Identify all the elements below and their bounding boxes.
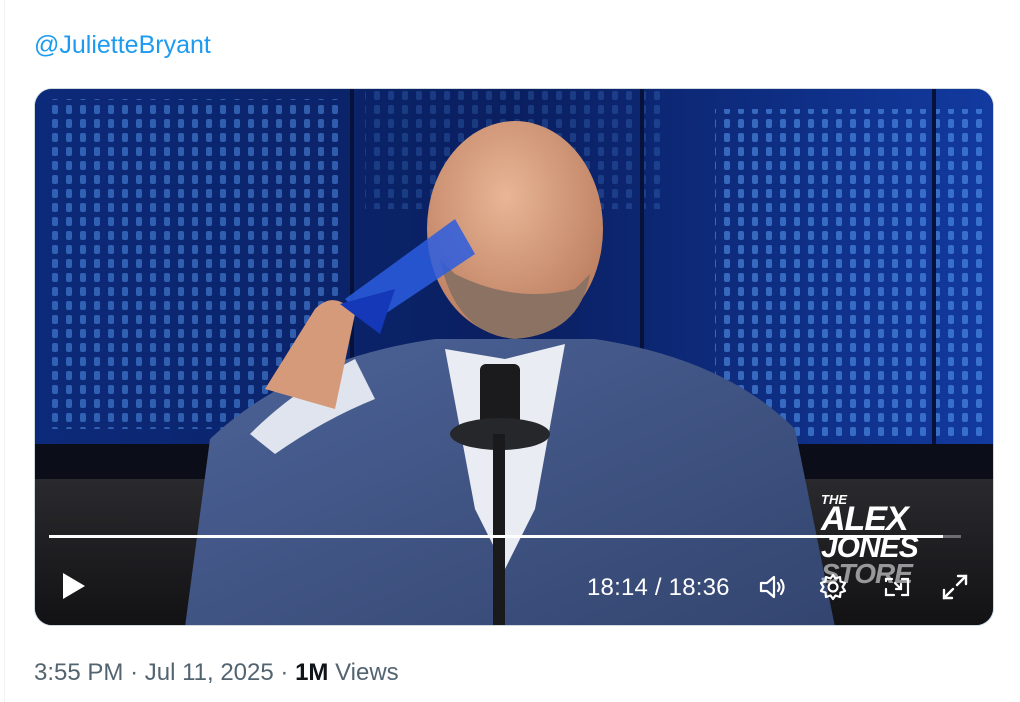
speaker-icon [759, 575, 785, 599]
progress-fill [49, 535, 943, 538]
tweet-meta: 3:55 PM · Jul 11, 2025 · 1M Views [34, 659, 399, 687]
fullscreen-button[interactable] [939, 571, 971, 603]
timeline-divider [4, 0, 5, 702]
cast-icon [884, 577, 910, 597]
settings-button[interactable] [817, 571, 849, 603]
cast-button[interactable] [881, 571, 913, 603]
separator: · [130, 659, 139, 686]
video-player[interactable]: THE ALEX JONES STORE 18:14 / 18:36 [34, 88, 994, 626]
fullscreen-icon [942, 574, 968, 600]
tweet-date-link[interactable]: Jul 11, 2025 [145, 659, 274, 686]
volume-button[interactable] [757, 571, 789, 603]
video-time-display: 18:14 / 18:36 [587, 574, 730, 601]
progress-bar[interactable] [49, 535, 961, 538]
views-label: Views [335, 659, 399, 686]
gear-icon [819, 573, 847, 601]
views-count: 1M [295, 659, 329, 686]
play-icon [63, 573, 85, 599]
play-button[interactable] [57, 569, 91, 603]
separator: · [280, 659, 289, 686]
tweet-time-link[interactable]: 3:55 PM [34, 659, 123, 686]
author-handle-link[interactable]: @JulietteBryant [34, 31, 211, 60]
